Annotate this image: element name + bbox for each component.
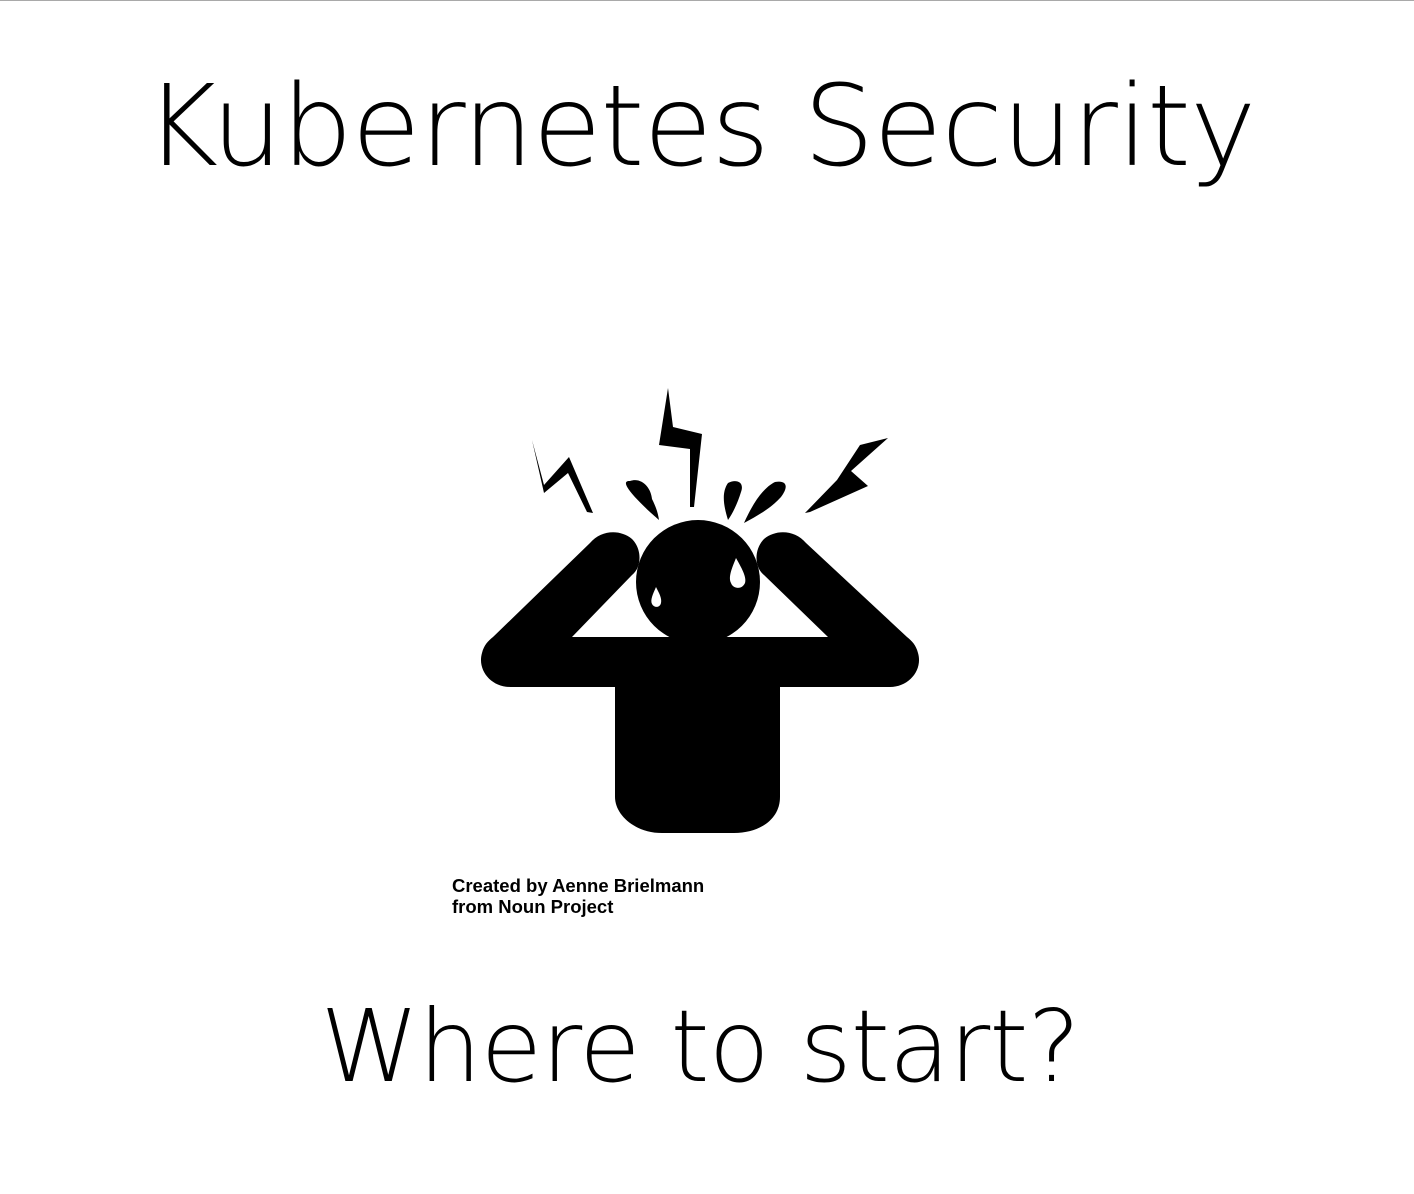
lightning-bolt-left-icon (532, 440, 593, 513)
sweat-drop-right-icon (744, 481, 786, 523)
lightning-bolt-center-icon (659, 388, 702, 507)
slide-subtitle: Where to start? (320, 988, 1080, 1105)
lightning-bolt-right-icon (805, 438, 888, 513)
sweat-drop-left-icon (625, 480, 659, 520)
sweat-drop-center-icon (723, 481, 742, 520)
right-arm (756, 532, 920, 687)
credit-line-source: from Noun Project (452, 896, 614, 917)
slide-top-border (0, 0, 1414, 1)
stressed-person-icon (480, 388, 920, 833)
icon-credit: Created by Aenne Brielmann from Noun Pro… (452, 875, 704, 917)
slide-title: Kubernetes Security (144, 62, 1257, 192)
torso (615, 637, 780, 833)
credit-line-author: Created by Aenne Brielmann (452, 875, 705, 896)
